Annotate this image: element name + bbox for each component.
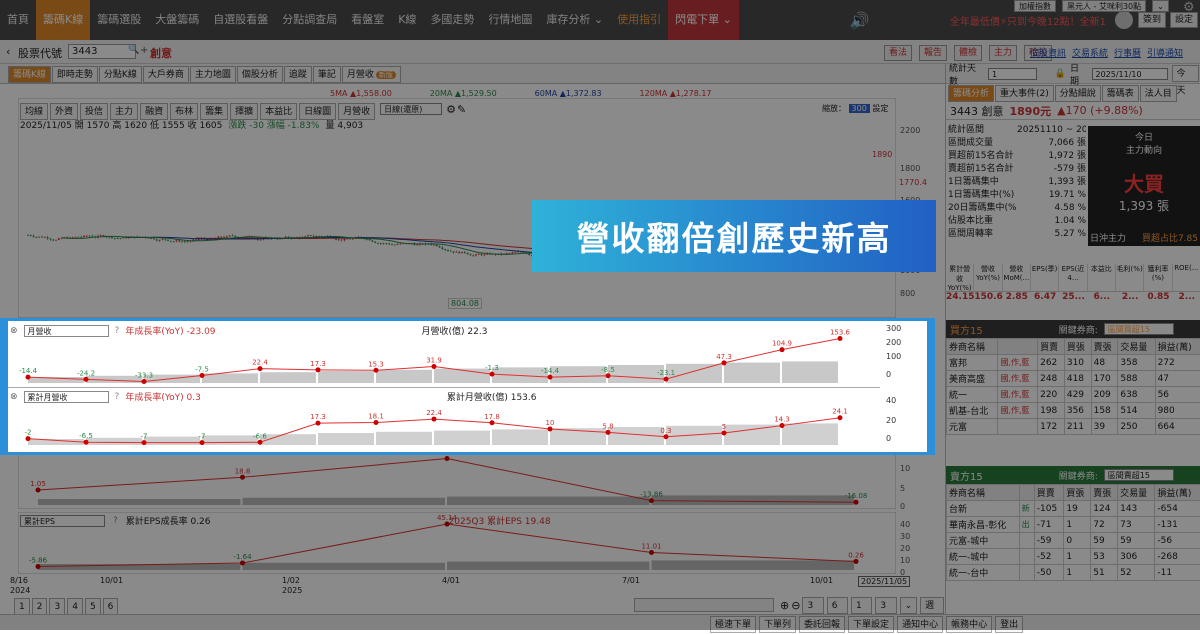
yoy-point (432, 417, 437, 422)
yoy-label: -2 (25, 429, 32, 437)
yoy-label: -6.6 (253, 432, 267, 440)
rev-tick: 40 (886, 396, 896, 405)
rev-bar (724, 425, 780, 445)
yoy-label: -7.5 (195, 366, 209, 374)
yoy-point (84, 377, 89, 382)
rev-bar (202, 435, 258, 445)
rev-bar (492, 429, 548, 445)
yoy-point (838, 415, 843, 420)
yoy-label: 17.3 (310, 360, 326, 368)
rev-bar (144, 437, 200, 445)
rev-tick: 20 (886, 416, 896, 425)
yoy-label: -1.3 (485, 364, 499, 372)
yoy-point (374, 368, 379, 373)
yoy-label: -7 (199, 433, 206, 441)
yoy-label: 10 (546, 419, 555, 427)
yoy-label: 18.1 (368, 413, 384, 421)
yoy-point (780, 347, 785, 352)
yoy-label: -24.2 (77, 369, 95, 377)
rev-bar (376, 432, 432, 445)
yoy-point (142, 440, 147, 445)
revenue-highlight-panel: ⊗ 月營收 ? 年成長率(YoY) -23.09 月營收(億) 22.3 -14… (8, 321, 927, 452)
yoy-point (664, 377, 669, 382)
yoy-label: 22.4 (426, 409, 442, 417)
rev-bar (782, 423, 838, 445)
yoy-point (258, 440, 263, 445)
monthly-revenue-chart: -14.4 -24.2 -33.3 -7.5 22.4 17.3 15.3 31.9 -1.3 -… (8, 321, 880, 387)
yoy-label: 47.3 (716, 353, 732, 361)
yoy-label: 17.8 (484, 413, 500, 421)
yoy-point (432, 364, 437, 369)
yoy-label: -14.4 (19, 367, 38, 375)
yoy-point (316, 421, 321, 426)
yoy-label: 17.3 (310, 413, 326, 421)
yoy-point (548, 427, 553, 432)
yoy-point (26, 436, 31, 441)
rev-tick: 0 (886, 370, 891, 379)
headline-banner: 營收翻倍創歷史新高 (532, 200, 936, 272)
rev-bar (376, 370, 432, 383)
rev-bar (434, 431, 490, 445)
rev-bar (782, 361, 838, 383)
yoy-point (84, 440, 89, 445)
rev-tick: 0 (886, 434, 891, 443)
yoy-label: 0.3 (660, 427, 671, 435)
yoy-label: -23.1 (657, 369, 675, 377)
yoy-point (258, 366, 263, 371)
yoy-label: 14.3 (774, 416, 790, 424)
rev-tick: 100 (886, 352, 901, 361)
revenue-highlight-frame: ⊗ 月營收 ? 年成長率(YoY) -23.09 月營收(億) 22.3 -14… (0, 318, 935, 455)
rev-bar (434, 369, 490, 383)
yoy-label: -33.3 (135, 371, 153, 379)
rev-bar (318, 433, 374, 445)
yoy-label: -7 (141, 433, 148, 441)
yoy-label: 5 (722, 423, 726, 431)
yoy-point (722, 360, 727, 365)
rev-bar (260, 372, 316, 383)
yoy-label: 5.8 (602, 422, 613, 430)
yoy-point (200, 373, 205, 378)
yoy-label: 104.9 (772, 340, 792, 348)
yoy-point (490, 372, 495, 377)
cumulative-revenue-chart: -2 -6.5 -7 -7 -6.6 17.3 18.1 22.4 17.8 10 5.8 0.3 5 1… (8, 387, 880, 449)
yoy-point (374, 420, 379, 425)
rev-bar (86, 438, 142, 445)
yoy-point (780, 423, 785, 428)
yoy-point (200, 440, 205, 445)
yoy-label: 31.9 (426, 356, 442, 364)
yoy-label: 153.6 (830, 328, 851, 336)
yoy-point (722, 431, 727, 436)
yoy-point (838, 336, 843, 341)
yoy-point (316, 367, 321, 372)
yoy-label: 15.3 (368, 360, 384, 368)
yoy-label: 24.1 (832, 408, 848, 416)
yoy-label: -14.4 (541, 367, 560, 375)
rev-bar (608, 365, 664, 383)
yoy-point (606, 430, 611, 435)
yoy-label: 22.4 (252, 359, 268, 367)
yoy-point (26, 375, 31, 380)
yoy-point (142, 379, 147, 384)
yoy-label: -6.5 (79, 432, 93, 440)
yoy-point (490, 420, 495, 425)
yoy-label: -8.5 (601, 366, 615, 374)
dim-overlay (0, 0, 1200, 630)
rev-bar (724, 363, 780, 383)
yoy-point (548, 375, 553, 380)
yoy-point (606, 373, 611, 378)
rev-tick: 200 (886, 338, 901, 347)
rev-bar (318, 371, 374, 383)
yoy-point (664, 434, 669, 439)
rev-tick: 300 (886, 324, 901, 333)
